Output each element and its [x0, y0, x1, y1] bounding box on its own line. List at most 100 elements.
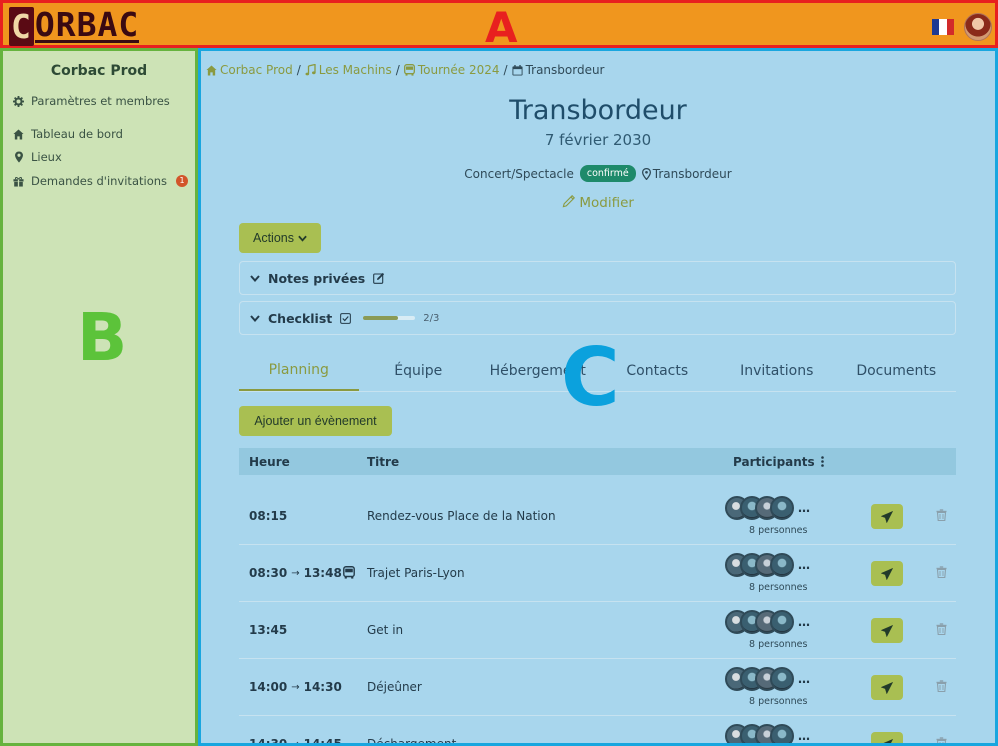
table-row[interactable]: 08:30 → 13:48 Trajet Paris-Lyon … 8 personnes [239, 545, 956, 602]
actions-label: Actions [253, 231, 294, 245]
status-badge: confirmé [579, 165, 636, 182]
flag-stripe-white [939, 19, 947, 35]
tab-documents[interactable]: Documents [837, 351, 957, 391]
arrow-right-icon: → [291, 738, 300, 746]
region-label-b: B [77, 299, 128, 376]
breadcrumb-separator: / [296, 63, 301, 77]
checklist-progress-fill [363, 316, 399, 320]
event-end-time: 14:30 [303, 680, 342, 694]
column-header-participants[interactable]: Participants [733, 455, 824, 469]
user-avatar[interactable] [964, 13, 992, 41]
tab-planning[interactable]: Planning [239, 351, 359, 391]
event-start-time: 13:45 [249, 623, 288, 637]
avatar [770, 553, 794, 577]
participants-count: 8 personnes [749, 696, 808, 707]
participants-count: 8 personnes [749, 525, 808, 536]
sidebar-item-dashboard[interactable]: Tableau de bord [13, 127, 123, 141]
french-flag-icon[interactable] [932, 19, 954, 35]
chevron-down-icon [298, 235, 307, 242]
paper-plane-icon [881, 567, 893, 580]
avatar [770, 610, 794, 634]
event-title[interactable]: Déjeûner [367, 680, 422, 694]
page-title: Transbordeur [509, 95, 687, 126]
event-title[interactable]: Rendez-vous Place de la Nation [367, 509, 556, 523]
more-participants-icon: … [798, 615, 810, 629]
chevron-down-icon [250, 314, 260, 322]
sidebar-item-label: Demandes d'invitations [31, 174, 168, 188]
participants-avatars[interactable]: … [725, 496, 810, 520]
checklist-toggle[interactable]: Checklist 2/3 [239, 301, 956, 335]
send-button[interactable] [871, 732, 903, 743]
breadcrumb: Corbac Prod / Les Machins / Tournée 2024… [206, 63, 605, 77]
kebab-menu-icon [820, 456, 824, 467]
event-venue[interactable]: Transbordeur [641, 167, 732, 181]
breadcrumb-label: Transbordeur [525, 63, 605, 77]
breadcrumb-separator: / [395, 63, 400, 77]
calendar-icon [512, 64, 523, 76]
bus-icon [403, 64, 415, 76]
table-row[interactable]: 14:00 → 14:30 Déjeûner … 8 personnes [239, 659, 956, 716]
sidebar-item-invitation-requests[interactable]: Demandes d'invitations 1 [13, 174, 189, 188]
send-button[interactable] [871, 618, 903, 643]
event-start-time: 08:15 [249, 509, 288, 523]
avatar [770, 496, 794, 520]
actions-dropdown-button[interactable]: Actions [239, 223, 321, 253]
event-title[interactable]: Get in [367, 623, 403, 637]
trash-icon[interactable] [936, 566, 947, 578]
sidebar-item-label: Tableau de bord [31, 127, 123, 141]
participants-avatars[interactable]: … [725, 610, 810, 634]
private-notes-toggle[interactable]: Notes privées [239, 261, 956, 295]
event-title[interactable]: Déchargement [367, 737, 456, 743]
trash-icon[interactable] [936, 680, 947, 692]
event-end-time: 14:45 [303, 737, 342, 746]
more-participants-icon: … [798, 672, 810, 686]
breadcrumb-separator: / [503, 63, 508, 77]
breadcrumb-item-organization[interactable]: Corbac Prod [206, 63, 293, 77]
send-button[interactable] [871, 675, 903, 700]
edit-event-link[interactable]: Modifier [201, 194, 995, 211]
tab-invitations[interactable]: Invitations [717, 351, 837, 391]
sidebar-item-label: Lieux [31, 150, 62, 164]
event-meta: Concert/Spectacle confirmé Transbordeur [201, 165, 995, 182]
home-icon [13, 128, 24, 140]
breadcrumb-item-tour[interactable]: Tournée 2024 [403, 63, 500, 77]
edit-square-icon [373, 272, 385, 284]
send-button[interactable] [871, 504, 903, 529]
column-header-time: Heure [249, 454, 290, 469]
gift-icon [13, 176, 24, 187]
invitation-count-badge: 1 [176, 175, 189, 187]
breadcrumb-label: Tournée 2024 [417, 63, 500, 77]
sidebar-item-settings[interactable]: Paramètres et membres [13, 94, 170, 108]
tab-team[interactable]: Équipe [359, 351, 479, 391]
participants-avatars[interactable]: … [725, 724, 810, 743]
table-row[interactable]: 08:15 Rendez-vous Place de la Nation … 8 pe… [239, 488, 956, 545]
participants-avatars[interactable]: … [725, 553, 810, 577]
table-row[interactable]: 14:30→14:45Déchargement…8 personnes [239, 716, 956, 746]
region-label-a: A [485, 3, 518, 52]
sidebar-item-places[interactable]: Lieux [13, 150, 62, 164]
table-row[interactable]: 13:45 Get in … 8 personnes [239, 602, 956, 659]
pencil-icon [562, 194, 576, 208]
participants-avatars[interactable]: … [725, 667, 810, 691]
avatar [770, 724, 794, 743]
corbac-logo[interactable]: C ORBAC [9, 6, 140, 46]
event-title[interactable]: Trajet Paris-Lyon [367, 566, 465, 580]
participants-count: 8 personnes [749, 582, 808, 593]
chevron-down-icon [250, 274, 260, 282]
event-time: 08:30 → 13:48 [249, 566, 342, 580]
trash-icon[interactable] [936, 623, 947, 635]
add-event-button[interactable]: Ajouter un évènement [239, 406, 392, 436]
trash-icon[interactable] [936, 737, 947, 746]
breadcrumb-label: Les Machins [318, 63, 392, 77]
breadcrumb-label: Corbac Prod [220, 63, 293, 77]
event-end-time: 13:48 [303, 566, 342, 580]
more-participants-icon: … [798, 558, 810, 572]
trash-icon[interactable] [936, 509, 947, 521]
home-icon [206, 64, 217, 76]
send-button[interactable] [871, 561, 903, 586]
event-start-time: 14:30 [249, 737, 288, 746]
arrow-right-icon: → [291, 681, 300, 693]
breadcrumb-item-artist[interactable]: Les Machins [305, 63, 392, 77]
region-label-c: C [561, 331, 620, 424]
checklist-progress-bar [363, 316, 416, 320]
